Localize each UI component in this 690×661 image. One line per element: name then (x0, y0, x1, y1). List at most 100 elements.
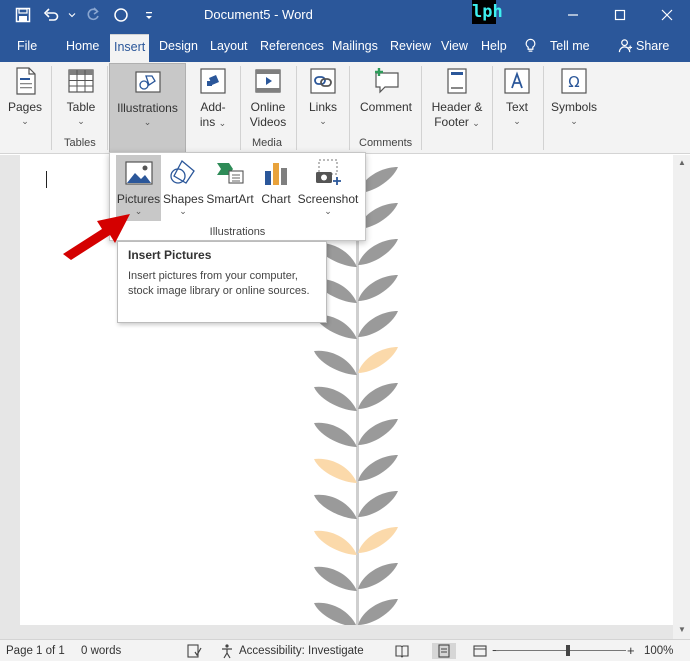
leaf-shape (358, 311, 398, 337)
word-count[interactable]: 0 words (81, 645, 121, 657)
undo-icon[interactable] (38, 4, 64, 26)
tab-home[interactable]: Home (66, 39, 99, 53)
smartart-icon (214, 157, 246, 189)
accessibility-icon[interactable] (220, 643, 236, 659)
lightbulb-icon[interactable] (523, 38, 538, 53)
tooltip-body: Insert pictures from your computer, stoc… (128, 270, 310, 297)
svg-text:Ω: Ω (568, 73, 579, 91)
chart-button[interactable]: Chart (257, 155, 295, 221)
table-button[interactable]: Table ⌄ (60, 65, 102, 135)
group-separator (107, 66, 108, 150)
tab-layout[interactable]: Layout (210, 39, 248, 53)
pages-icon (8, 65, 42, 97)
tab-insert[interactable]: Insert (110, 34, 150, 62)
leaf-shape (358, 239, 398, 265)
leaf-shape (358, 563, 398, 589)
smartart-button[interactable]: SmartArt (205, 155, 255, 221)
table-icon (64, 65, 98, 97)
symbols-button[interactable]: Ω Symbols ⌄ (548, 65, 600, 135)
leaf-shape (314, 566, 357, 591)
page-count[interactable]: Page 1 of 1 (6, 645, 65, 657)
zoom-in-button[interactable]: + (627, 643, 635, 658)
zoom-slider[interactable] (496, 650, 626, 651)
zoom-slider-thumb[interactable] (566, 645, 570, 656)
ribbon-tabs: File Home Insert Design Layout Reference… (0, 30, 690, 62)
customize-qat-icon[interactable] (136, 4, 162, 26)
undo-dropdown-icon[interactable] (66, 4, 78, 26)
leaf-shape (358, 419, 398, 445)
online-videos-button[interactable]: Online Videos (246, 65, 290, 135)
add-ins-button[interactable]: Add- ins ⌄ (193, 65, 233, 135)
scroll-up-icon[interactable]: ▲ (678, 158, 686, 167)
leaf-shape (314, 530, 357, 555)
group-label-tables: Tables (64, 137, 96, 149)
tell-me-search[interactable]: Tell me (550, 39, 590, 53)
group-separator (421, 66, 422, 150)
illustrations-icon (131, 66, 165, 98)
leaf-shape (314, 458, 357, 483)
share-button[interactable]: Share (636, 39, 669, 53)
leaf-shape (358, 275, 398, 301)
tab-mailings[interactable]: Mailings (332, 39, 378, 53)
group-label-comments: Comments (359, 137, 413, 149)
site-logo: lph (472, 0, 503, 24)
group-separator (543, 66, 544, 150)
save-icon[interactable] (10, 4, 36, 26)
tab-review[interactable]: Review (390, 39, 431, 53)
vertical-scrollbar[interactable] (673, 155, 690, 639)
comment-button[interactable]: Comment (356, 65, 416, 135)
header-footer-icon (440, 65, 474, 97)
link-icon (306, 65, 340, 97)
text-cursor (46, 171, 47, 188)
share-person-icon[interactable] (618, 38, 633, 53)
text-button[interactable]: Text ⌄ (498, 65, 536, 135)
new-comment-icon (369, 65, 403, 97)
links-button[interactable]: Links ⌄ (304, 65, 342, 135)
add-ins-icon (196, 65, 230, 97)
pictures-icon (123, 157, 155, 189)
read-mode-icon[interactable] (394, 643, 410, 659)
shapes-icon (167, 157, 199, 189)
insert-pictures-tooltip: Insert Pictures Insert pictures from you… (117, 241, 327, 323)
group-separator (296, 66, 297, 150)
close-icon[interactable] (644, 0, 690, 30)
status-bar: Page 1 of 1 0 words Accessibility: Inves… (0, 639, 690, 661)
circle-icon[interactable] (108, 4, 134, 26)
group-separator (51, 66, 52, 150)
title-bar: Document5 - Word lph (0, 0, 690, 30)
leaf-shape (314, 494, 357, 519)
group-separator (240, 66, 241, 150)
pages-button[interactable]: Pages ⌄ (5, 65, 45, 135)
accessibility-status[interactable]: Accessibility: Investigate (239, 645, 364, 657)
proofing-icon[interactable] (186, 643, 202, 659)
zoom-level[interactable]: 100% (644, 645, 673, 657)
screenshot-icon (312, 157, 344, 189)
minimize-icon[interactable] (550, 0, 596, 30)
web-layout-icon[interactable] (472, 643, 488, 659)
text-box-icon (500, 65, 534, 97)
leaf-shape (358, 455, 398, 481)
redo-icon[interactable] (80, 4, 106, 26)
maximize-icon[interactable] (597, 0, 643, 30)
leaf-shape (314, 386, 357, 411)
group-separator (492, 66, 493, 150)
leaf-shape (314, 602, 356, 625)
screenshot-button[interactable]: Screenshot ⌄ (297, 155, 359, 221)
omega-icon: Ω (557, 65, 591, 97)
tab-design[interactable]: Design (159, 39, 198, 53)
print-layout-icon[interactable] (432, 643, 456, 659)
leaf-shape (314, 350, 357, 375)
header-footer-button[interactable]: Header & Footer ⌄ (428, 65, 486, 135)
tab-references[interactable]: References (260, 39, 324, 53)
shapes-button[interactable]: Shapes ⌄ (163, 155, 204, 221)
group-separator (349, 66, 350, 150)
leaf-shape (358, 599, 398, 625)
tab-file[interactable]: File (17, 39, 37, 53)
illustrations-dropdown: Pictures ⌄ Shapes ⌄ SmartArt Chart Scree… (109, 152, 366, 241)
leaf-shape (358, 383, 398, 409)
group-label-media: Media (252, 137, 282, 149)
tab-view[interactable]: View (441, 39, 468, 53)
scroll-down-icon[interactable]: ▼ (678, 625, 686, 634)
illustrations-button[interactable]: Illustrations ⌄ (109, 63, 186, 154)
tab-help[interactable]: Help (481, 39, 507, 53)
